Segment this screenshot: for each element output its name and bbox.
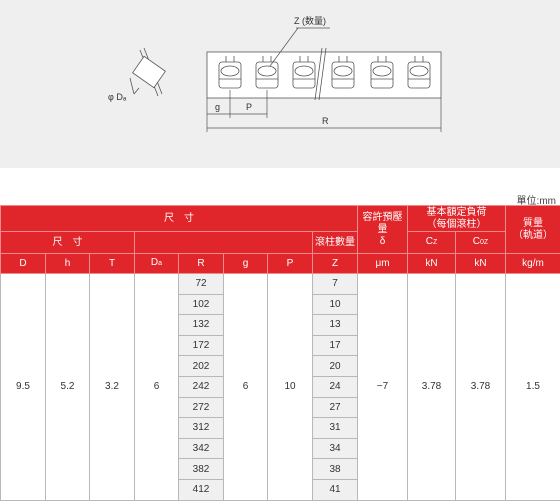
specification-table: 尺 寸 容許預壓量 δ 基本額定負荷 （每個滾柱） 質量 （軌道） 尺 寸 滾柱… bbox=[0, 205, 560, 501]
cell-p: 10 bbox=[267, 273, 313, 501]
cell-r: 272 bbox=[178, 396, 224, 419]
header-c: CZ bbox=[407, 231, 456, 254]
cell-r: 312 bbox=[178, 417, 224, 439]
retainer-strip bbox=[206, 51, 442, 99]
header-Da: Da bbox=[134, 253, 179, 274]
cell-delta: −7 bbox=[357, 273, 408, 501]
header-load-rating: 基本額定負荷 （每個滾柱） bbox=[407, 205, 506, 232]
header-Z: Z bbox=[312, 253, 358, 274]
cell-z: 27 bbox=[312, 396, 358, 419]
cross-roller-drawing: φ Dₐ Z (数量) g P R bbox=[108, 15, 442, 132]
cell-g: 6 bbox=[223, 273, 268, 501]
cell-z: 7 bbox=[312, 273, 358, 295]
header-h: h bbox=[45, 253, 90, 274]
cell-r: 172 bbox=[178, 334, 224, 357]
header-c0: C0Z bbox=[455, 231, 506, 254]
dw-label: φ Dₐ bbox=[108, 92, 127, 102]
header-R: R bbox=[178, 253, 224, 274]
diagram-panel: φ Dₐ Z (数量) g P R bbox=[0, 0, 560, 168]
cell-c0: 3.78 bbox=[455, 273, 506, 501]
cell-da: 6 bbox=[134, 273, 179, 501]
header-P: P bbox=[267, 253, 313, 274]
cell-h: 5.2 bbox=[45, 273, 90, 501]
cell-d: 9.5 bbox=[0, 273, 46, 501]
header-blank bbox=[134, 231, 313, 254]
r-label: R bbox=[322, 116, 329, 126]
cell-z: 38 bbox=[312, 458, 358, 480]
header-D: D bbox=[0, 253, 46, 274]
table-body: 9.5 5.2 3.2 6 72 6 10 7 −7 3.78 3.78 1.5 102 10 132 13 1… bbox=[0, 273, 560, 501]
cell-t: 3.2 bbox=[89, 273, 135, 501]
header-dimensions: 尺 寸 bbox=[0, 205, 358, 232]
header-roller-count: 滾柱數量 bbox=[312, 231, 358, 254]
header-mass-unit: kg/m bbox=[505, 253, 560, 274]
cell-r: 382 bbox=[178, 458, 224, 480]
cell-r: 102 bbox=[178, 293, 224, 316]
cell-z: 41 bbox=[312, 478, 358, 501]
header-micron: μm bbox=[357, 253, 408, 274]
header-mass: 質量 （軌道） bbox=[505, 205, 560, 254]
cell-r: 72 bbox=[178, 273, 224, 295]
cell-r: 202 bbox=[178, 355, 224, 377]
cell-z: 34 bbox=[312, 437, 358, 460]
header-c-unit: kN bbox=[407, 253, 456, 274]
cell-z: 10 bbox=[312, 293, 358, 316]
cell-mass: 1.5 bbox=[505, 273, 560, 501]
header-clearance: 容許預壓量 δ bbox=[357, 205, 408, 254]
cell-r: 132 bbox=[178, 314, 224, 336]
cell-z: 17 bbox=[312, 334, 358, 357]
roller-side-view bbox=[129, 47, 166, 97]
table-row: 9.5 5.2 3.2 6 72 6 10 7 −7 3.78 3.78 1.5 bbox=[0, 273, 560, 501]
cell-c: 3.78 bbox=[407, 273, 456, 501]
header-T: T bbox=[89, 253, 135, 274]
cell-r: 242 bbox=[178, 375, 224, 398]
cell-z: 20 bbox=[312, 355, 358, 377]
header-c0-unit: kN bbox=[455, 253, 506, 274]
header-g: g bbox=[223, 253, 268, 274]
cell-z: 31 bbox=[312, 417, 358, 439]
cell-z: 24 bbox=[312, 375, 358, 398]
cell-r: 412 bbox=[178, 478, 224, 501]
g-label: g bbox=[215, 102, 220, 112]
cell-r: 342 bbox=[178, 437, 224, 460]
cell-z: 13 bbox=[312, 314, 358, 336]
p-label: P bbox=[246, 102, 252, 112]
header-dimensions-sub: 尺 寸 bbox=[0, 231, 135, 254]
z-label: Z (数量) bbox=[294, 15, 326, 26]
